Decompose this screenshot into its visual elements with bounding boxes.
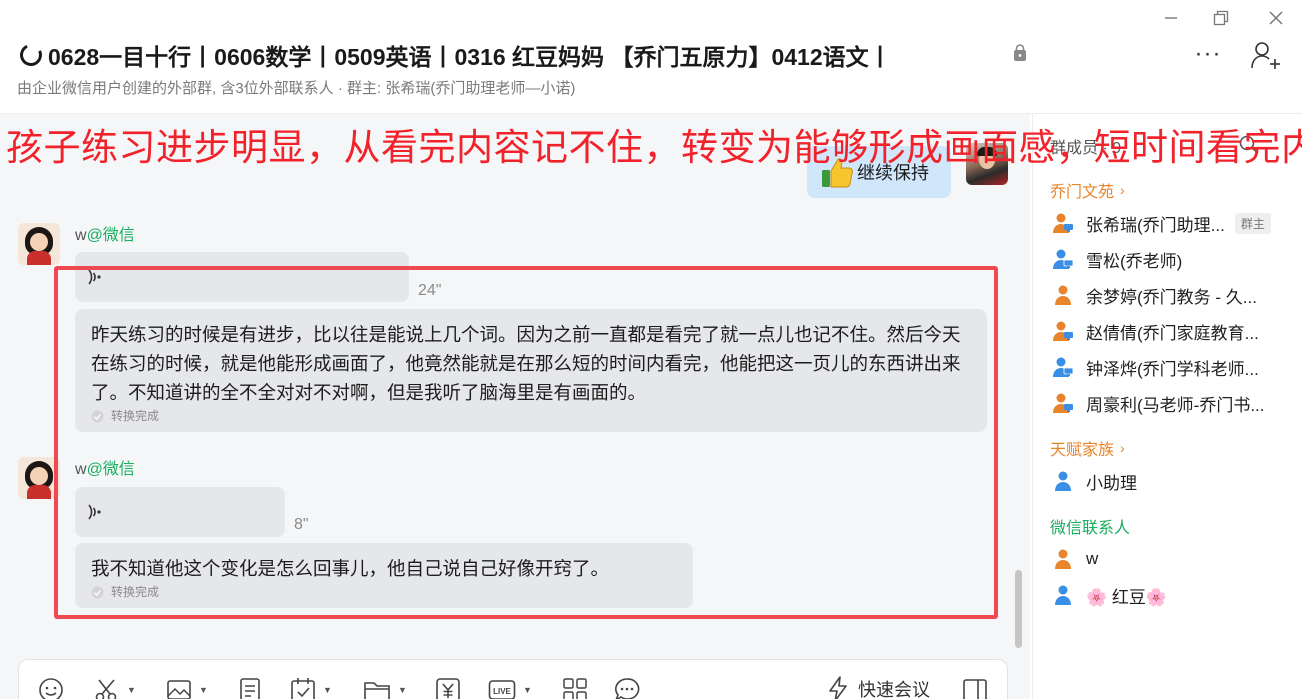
person-icon xyxy=(1055,285,1071,305)
screenshot-icon[interactable]: ▼ xyxy=(94,677,136,699)
chat-title-text: 0628一目十行丨0606数学丨0509英语丨0316 红豆妈妈 【乔门五原力】… xyxy=(48,44,892,70)
restore-icon[interactable] xyxy=(1209,8,1233,28)
member-item[interactable]: 周豪利(马老师-乔门书... xyxy=(1052,390,1265,416)
sender-avatar[interactable] xyxy=(18,457,60,499)
voice-message[interactable] xyxy=(75,487,285,537)
group-loop-icon xyxy=(16,40,46,70)
conversion-status-text: 转换完成 xyxy=(111,409,160,423)
member-item[interactable]: w xyxy=(1052,546,1098,572)
svg-text:LIVE: LIVE xyxy=(493,687,511,696)
close-icon[interactable] xyxy=(1264,8,1288,28)
chevron-right-icon: › xyxy=(1120,440,1125,456)
sender-avatar[interactable] xyxy=(18,223,60,265)
member-group-label[interactable]: 乔门文苑 › xyxy=(1050,178,1125,202)
member-name: w xyxy=(1086,549,1099,568)
member-name: 周豪利(马老师-乔门书... xyxy=(1086,395,1265,415)
member-item[interactable]: 钟泽烨(乔门学科老师... xyxy=(1052,354,1259,380)
member-group-label: 微信联系人 xyxy=(1050,514,1130,538)
payment-icon[interactable] xyxy=(435,677,461,699)
person-icon xyxy=(1055,471,1071,491)
transcribed-message[interactable]: 昨天练习的时候是有进步，比以往是能说上几个词。因为之前一直都是看完了就一点儿也记… xyxy=(75,309,987,432)
chevron-right-icon: › xyxy=(1120,182,1125,198)
check-icon xyxy=(91,586,104,598)
member-name: 小助理 xyxy=(1086,473,1137,493)
conversion-status-text: 转换完成 xyxy=(111,585,160,599)
voice-wave-icon xyxy=(88,269,101,285)
person-computer-icon xyxy=(1053,393,1073,413)
wecom-chat-window: 0628一目十行丨0606数学丨0509英语丨0316 红豆妈妈 【乔门五原力】… xyxy=(0,0,1302,699)
emoji-icon[interactable] xyxy=(38,677,64,699)
schedule-icon[interactable]: ▼ xyxy=(290,677,332,699)
chat-bubble-icon[interactable] xyxy=(614,677,640,699)
member-item[interactable]: 赵倩倩(乔门家庭教育... xyxy=(1052,318,1259,344)
voice-duration: 24" xyxy=(418,282,442,299)
check-icon xyxy=(91,410,104,422)
sender-name-text: w xyxy=(75,227,87,244)
conversion-status: 转换完成 xyxy=(91,408,973,424)
transcribed-text: 昨天练习的时候是有进步，比以往是能说上几个词。因为之前一直都是看完了就一点儿也记… xyxy=(91,324,961,403)
quick-meeting-label: 快速会议 xyxy=(858,680,930,699)
sender-name-text: w xyxy=(75,461,87,478)
person-computer-icon xyxy=(1053,249,1074,269)
person-computer-icon xyxy=(1053,321,1073,341)
member-name: 赵倩倩(乔门家庭教育... xyxy=(1086,323,1259,343)
overlay-caption: 孩子练习进步明显，从看完内容记不住，转变为能够形成画面感，短时间看完内容 xyxy=(6,127,1302,168)
member-group-label-text: 微信联系人 xyxy=(1050,520,1131,537)
image-icon[interactable]: ▼ xyxy=(166,677,208,699)
member-name: 钟泽烨(乔门学科老师... xyxy=(1086,359,1259,379)
chevron-down-icon[interactable]: ▼ xyxy=(523,685,532,695)
member-group-label[interactable]: 天赋家族 › xyxy=(1050,436,1125,460)
person-icon xyxy=(1055,549,1071,569)
apps-grid-icon[interactable] xyxy=(562,677,588,699)
chevron-down-icon[interactable]: ▼ xyxy=(323,685,332,695)
member-name: 雪松(乔老师) xyxy=(1086,251,1183,271)
conversion-status: 转换完成 xyxy=(91,584,679,600)
quick-meeting-button[interactable]: 快速会议 xyxy=(826,676,930,699)
member-item[interactable]: 🌸 红豆🌸 xyxy=(1052,582,1167,608)
minimize-icon[interactable] xyxy=(1159,8,1183,28)
live-icon[interactable]: LIVE ▼ xyxy=(488,677,532,699)
sidebar-toggle-icon[interactable] xyxy=(962,677,988,699)
add-member-icon[interactable] xyxy=(1248,38,1282,72)
chat-title: 0628一目十行丨0606数学丨0509英语丨0316 红豆妈妈 【乔门五原力】… xyxy=(16,38,892,72)
sender-name: w@微信 xyxy=(75,221,135,245)
member-item[interactable]: 余梦婷(乔门教务 - 久... xyxy=(1052,282,1257,308)
chevron-down-icon[interactable]: ▼ xyxy=(398,685,407,695)
lock-icon xyxy=(1014,44,1026,61)
member-item[interactable]: 雪松(乔老师) xyxy=(1052,246,1182,272)
chat-subtitle: 由企业微信用户创建的外部群, 含3位外部联系人 · 群主: 张希瑞(乔门助理老师… xyxy=(17,80,576,97)
member-name: 余梦婷(乔门教务 - 久... xyxy=(1086,287,1257,307)
member-name: 🌸 红豆🌸 xyxy=(1086,587,1168,607)
lightning-icon xyxy=(829,676,847,699)
chevron-down-icon[interactable]: ▼ xyxy=(127,685,136,695)
person-icon xyxy=(1055,585,1071,605)
folder-icon[interactable]: ▼ xyxy=(363,677,407,699)
member-group-label-text: 乔门文苑 xyxy=(1050,184,1115,201)
person-computer-icon xyxy=(1053,357,1074,377)
person-computer-icon xyxy=(1053,213,1073,233)
document-icon[interactable] xyxy=(238,677,262,699)
member-name: 张希瑞(乔门助理... xyxy=(1086,215,1225,235)
sender-source: @微信 xyxy=(86,227,135,244)
transcribed-message[interactable]: 我不知道他这个变化是怎么回事儿，他自己说自己好像开窍了。 转换完成 xyxy=(75,543,693,608)
transcribed-text: 我不知道他这个变化是怎么回事儿，他自己说自己好像开窍了。 xyxy=(91,558,610,579)
chevron-down-icon[interactable]: ▼ xyxy=(199,685,208,695)
member-item[interactable]: 小助理 xyxy=(1052,468,1137,494)
owner-badge: 群主 xyxy=(1234,212,1271,234)
sender-name: w@微信 xyxy=(75,455,135,479)
sender-source: @微信 xyxy=(86,461,135,478)
member-group-label-text: 天赋家族 xyxy=(1050,442,1115,459)
member-item[interactable]: 张希瑞(乔门助理... 群主 xyxy=(1052,210,1271,236)
voice-message[interactable] xyxy=(75,252,409,302)
voice-wave-icon xyxy=(88,504,101,520)
more-options-button[interactable]: ··· xyxy=(1192,40,1224,68)
chat-scrollbar[interactable] xyxy=(1015,570,1022,648)
voice-duration: 8" xyxy=(294,516,309,533)
